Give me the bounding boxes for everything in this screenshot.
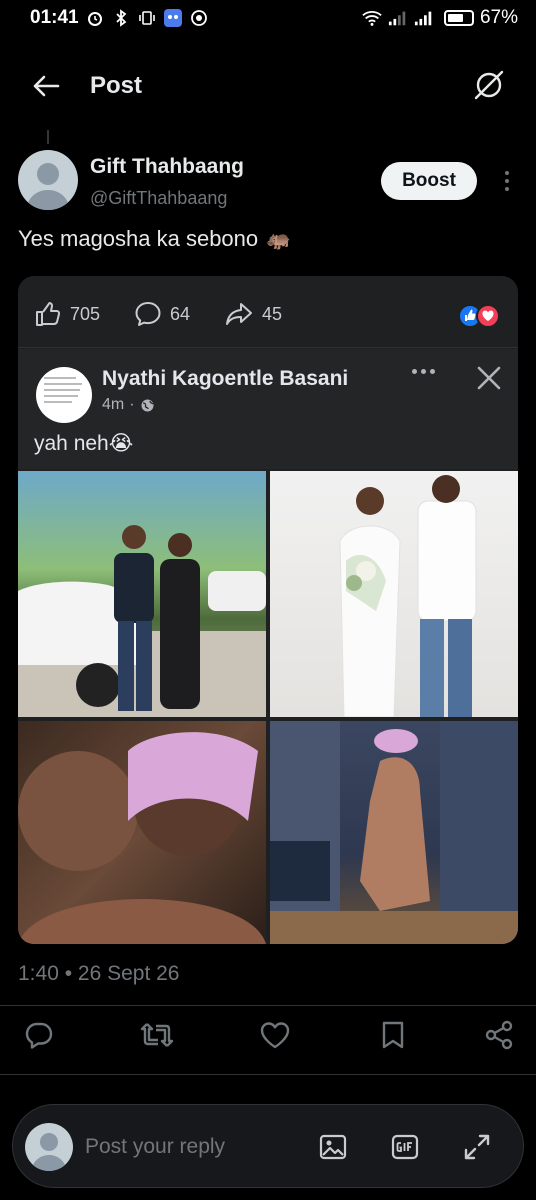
comment-count[interactable]: 64 <box>134 300 190 328</box>
page-title: Post <box>90 72 143 99</box>
grok-button[interactable] <box>472 68 506 102</box>
photo-selfie[interactable] <box>18 721 266 944</box>
default-avatar-icon <box>26 163 70 210</box>
photo-wedding-couple[interactable] <box>270 471 518 717</box>
battery-icon <box>443 10 474 26</box>
expand-button[interactable] <box>461 1131 493 1163</box>
arrow-left-icon <box>33 75 60 97</box>
vibrate-icon <box>137 8 157 28</box>
action-bar <box>0 1012 536 1056</box>
reply-composer[interactable]: Post your reply <box>12 1104 524 1188</box>
default-avatar-icon <box>31 1133 67 1171</box>
heart-icon <box>260 1022 290 1049</box>
divider <box>0 1005 536 1006</box>
status-bar: 01:41 67% <box>0 0 536 36</box>
comment-count-value: 64 <box>170 303 191 324</box>
reaction-bar: 705 64 45 <box>18 276 518 348</box>
share-arrow-icon <box>226 303 252 325</box>
image-button[interactable] <box>317 1131 349 1163</box>
bookmark-button[interactable] <box>376 1018 410 1052</box>
fb-close-button[interactable] <box>476 365 502 396</box>
author-name[interactable]: Gift Thahbaang <box>90 155 244 179</box>
reply-icon <box>25 1022 53 1049</box>
crying-emoji: 😭 <box>108 432 134 455</box>
comment-bubble-icon <box>135 302 161 326</box>
facebook-post-header: Nyathi Kagoentle Basani 4m · yah neh😭 <box>18 349 518 469</box>
retweet-icon <box>140 1023 174 1047</box>
bluetooth-icon <box>111 8 131 28</box>
back-button[interactable] <box>30 72 62 100</box>
gif-button[interactable] <box>389 1131 421 1163</box>
close-icon <box>477 366 501 390</box>
share-icon <box>485 1020 513 1050</box>
bookmark-icon <box>382 1021 404 1049</box>
wifi-icon <box>362 8 382 28</box>
fb-love-icon <box>476 304 500 328</box>
thumbs-up-icon <box>36 302 61 326</box>
top-bar: Post <box>0 60 536 112</box>
retweet-button[interactable] <box>140 1018 174 1052</box>
share-count-value: 45 <box>262 303 283 324</box>
alarm-icon <box>85 8 105 28</box>
author-avatar[interactable] <box>18 150 78 210</box>
photo-grid <box>18 471 518 944</box>
share-button[interactable] <box>482 1018 516 1052</box>
reply-input[interactable]: Post your reply <box>85 1135 225 1159</box>
photo-couple-car[interactable] <box>18 471 266 717</box>
fb-author-avatar[interactable] <box>36 367 92 423</box>
photo-room[interactable] <box>270 721 518 944</box>
divider <box>0 1074 536 1075</box>
battery-percent: 67% <box>479 7 518 28</box>
image-icon <box>319 1134 347 1160</box>
signal-icon-2 <box>414 8 434 28</box>
globe-icon <box>141 399 154 411</box>
tweet-text-body: Yes magosha ka sebono <box>18 226 259 251</box>
fb-author-name[interactable]: Nyathi Kagoentle Basani <box>102 367 348 391</box>
media-card[interactable]: 705 64 45 Nyathi Kagoentle Basani 4m · y… <box>18 276 518 944</box>
record-icon <box>189 8 209 28</box>
hippo-emoji: 🦛 <box>266 228 292 251</box>
fb-post-time: 4m · <box>102 396 155 414</box>
share-count[interactable]: 45 <box>224 300 282 328</box>
signal-icon <box>388 8 408 28</box>
user-avatar[interactable] <box>25 1123 73 1171</box>
fb-more-button[interactable] <box>412 369 435 374</box>
tweet-text: Yes magosha ka sebono 🦛 <box>18 226 291 252</box>
fb-post-text: yah neh😭 <box>34 431 133 456</box>
expand-icon <box>464 1134 490 1160</box>
reaction-emojis <box>458 304 500 328</box>
fb-post-text-body: yah neh <box>34 432 109 455</box>
like-button[interactable] <box>258 1018 292 1052</box>
fb-post-time-value: 4m <box>102 396 125 413</box>
grok-icon <box>474 70 504 100</box>
app-notification-icon <box>163 8 183 28</box>
reply-button[interactable] <box>22 1018 56 1052</box>
gif-icon <box>391 1134 419 1160</box>
like-count-value: 705 <box>70 303 101 324</box>
boost-button[interactable]: Boost <box>381 162 477 200</box>
post-timestamp: 1:40 • 26 Sept 26 <box>18 962 180 985</box>
thread-line <box>47 130 49 144</box>
more-options-button[interactable] <box>498 168 516 194</box>
like-count[interactable]: 705 <box>34 300 100 328</box>
status-time: 01:41 <box>30 7 79 28</box>
author-handle[interactable]: @GiftThahbaang <box>90 188 227 209</box>
